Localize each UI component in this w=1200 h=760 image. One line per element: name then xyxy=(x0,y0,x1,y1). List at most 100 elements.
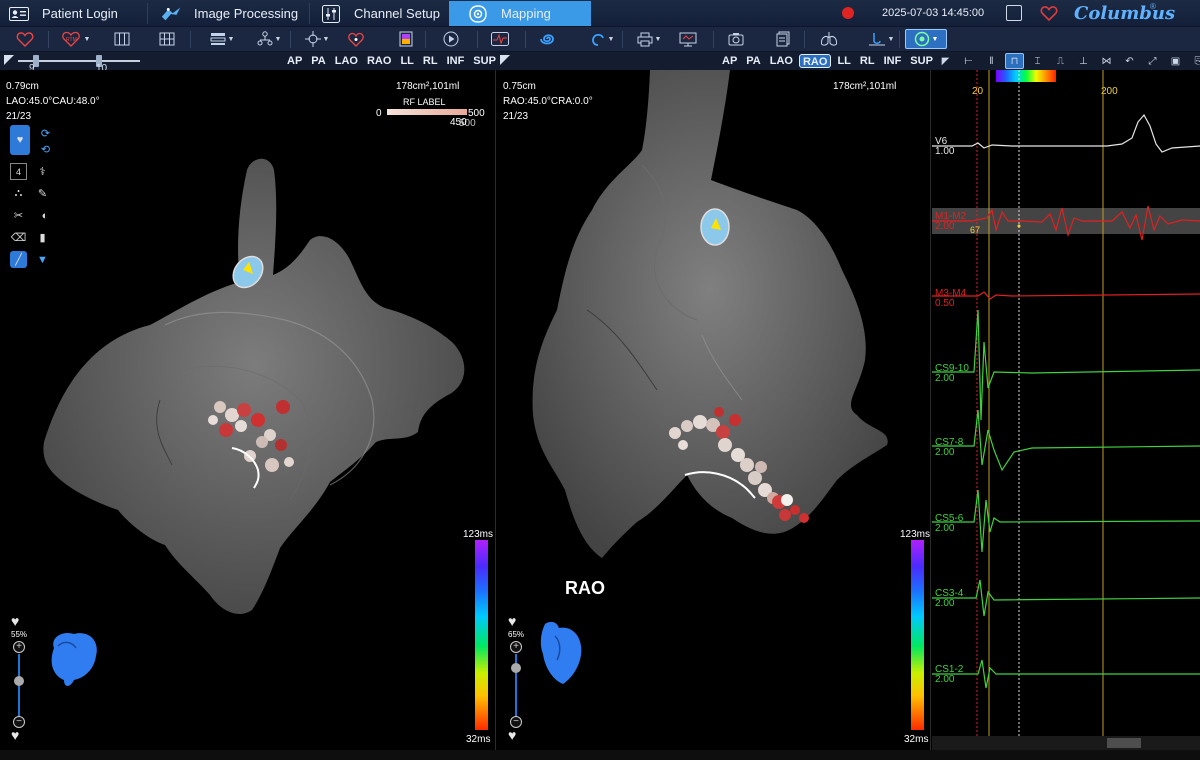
double-line-icon[interactable]: ‖ xyxy=(982,53,1001,69)
pin-corner-icon[interactable]: ◤ xyxy=(936,53,955,69)
channel-label-cs1-2[interactable]: CS1-2 2.00 xyxy=(935,665,963,685)
anchor-chart-icon[interactable]: ▼ xyxy=(866,29,896,49)
view-orientation-label: RAO xyxy=(565,578,605,598)
clipboard-tool-icon[interactable]: ▮ xyxy=(34,229,51,246)
channel-label-cs5-6[interactable]: CS5-6 2.00 xyxy=(935,514,963,534)
ecg-horizontal-scrollbar[interactable] xyxy=(932,736,1200,750)
tool-number-box[interactable]: 4 xyxy=(10,163,27,180)
toggle-tool-icon[interactable]: ◐ xyxy=(34,207,56,224)
zoom-slider[interactable]: + − xyxy=(11,641,27,731)
view-ll-button[interactable]: LL xyxy=(397,54,416,68)
expand-icon[interactable]: ⤢ xyxy=(1143,53,1162,69)
lungs-icon[interactable] xyxy=(818,29,840,49)
heart-point-icon[interactable] xyxy=(346,29,366,49)
layout-list-icon[interactable]: ▼ xyxy=(205,29,239,49)
lungs-tool-icon[interactable]: ⚕ xyxy=(34,163,51,180)
view-ll-button[interactable]: LL xyxy=(834,54,853,68)
cursor-line-icon[interactable]: ⊢ xyxy=(959,53,978,69)
toolbar-divider xyxy=(804,31,805,48)
view-lao-button[interactable]: LAO xyxy=(767,54,796,68)
channel-label-m3-m4[interactable]: M3-M4 0.50 xyxy=(935,289,966,309)
view-pa-button[interactable]: PA xyxy=(308,54,328,68)
zoom-slider[interactable]: + − xyxy=(508,641,524,731)
record-indicator-icon[interactable] xyxy=(842,7,854,19)
tab-channel-setup[interactable]: Channel Setup xyxy=(320,1,445,26)
baseline-icon[interactable]: ⊥ xyxy=(1074,53,1093,69)
view-rao-button[interactable]: RAO xyxy=(364,54,394,68)
print-icon[interactable]: ▼ xyxy=(632,29,666,49)
heart-rhythm-icon[interactable] xyxy=(1040,4,1058,22)
export-icon[interactable]: ⎘ xyxy=(1189,53,1200,69)
channel-label-cs9-10[interactable]: CS9-10 2.00 xyxy=(935,364,969,384)
play-icon[interactable] xyxy=(441,29,461,49)
document-stack-icon[interactable] xyxy=(773,29,793,49)
brush-tool-icon[interactable]: ⛬ xyxy=(10,185,27,202)
target-view-button[interactable]: ▼ xyxy=(905,29,947,49)
undo-icon[interactable]: ↶ xyxy=(1120,53,1139,69)
rf-gradient-bar[interactable] xyxy=(387,109,467,115)
area-volume-label: 178cm²,101ml xyxy=(396,81,460,92)
ecg-scroll-thumb[interactable] xyxy=(1107,738,1141,748)
view-sup-button[interactable]: SUP xyxy=(907,54,936,68)
view-ap-button[interactable]: AP xyxy=(284,54,305,68)
view-lao-button[interactable]: LAO xyxy=(332,54,361,68)
channel-label-cs7-8[interactable]: CS7-8 2.00 xyxy=(935,438,963,458)
pin-corner-icon[interactable] xyxy=(500,55,510,65)
view-pa-button[interactable]: PA xyxy=(743,54,763,68)
grid-compare-icon[interactable] xyxy=(157,29,177,49)
crosshair-icon[interactable]: ▼ xyxy=(300,29,334,49)
view-ap-button[interactable]: AP xyxy=(719,54,740,68)
measure-bracket-icon[interactable]: ⊓ xyxy=(1005,53,1024,69)
window-restore-icon[interactable] xyxy=(1006,5,1022,21)
measure-tool-icon[interactable]: ✂ xyxy=(10,207,27,224)
channel-label-m1-m2[interactable]: M1-M2 2.00 xyxy=(935,212,966,232)
map-view-lao[interactable]: 0.79cm LAO:45.0°CAU:48.0° 21/23 178cm²,1… xyxy=(0,70,496,750)
rotate-down-icon[interactable]: ⟲ xyxy=(37,141,54,158)
resolution-label: 0.79cm xyxy=(6,81,39,92)
channel-label-v6[interactable]: V6 1.00 xyxy=(935,137,954,157)
map-view-rao[interactable]: 0.75cm RAO:45.0°CRA:0.0° 21/23 178cm²,10… xyxy=(497,70,931,750)
image-processing-icon xyxy=(160,5,182,23)
zoom-in-button[interactable]: + xyxy=(510,641,522,653)
view-sup-button[interactable]: SUP xyxy=(470,54,499,68)
tab-image-processing[interactable]: Image Processing xyxy=(160,1,310,26)
view-inf-button[interactable]: INF xyxy=(881,54,905,68)
tab-divider xyxy=(147,3,148,24)
rtm-heart-icon[interactable]: RTM ▼ xyxy=(58,29,92,49)
camera-icon[interactable] xyxy=(726,29,746,49)
ecg-traces[interactable] xyxy=(932,70,1200,736)
rotate-up-icon[interactable]: ⟳ xyxy=(37,125,54,142)
zoom-handle[interactable] xyxy=(511,663,521,673)
pen-tool-icon[interactable]: ✎ xyxy=(34,185,51,202)
caliper-icon[interactable]: ⌶ xyxy=(1028,53,1047,69)
view-rl-button[interactable]: RL xyxy=(857,54,878,68)
dropdown-triangle-icon[interactable]: ▼ xyxy=(34,251,51,268)
fit-icon[interactable]: ▣ xyxy=(1166,53,1185,69)
zoom-handle[interactable] xyxy=(14,676,24,686)
view-inf-button[interactable]: INF xyxy=(444,54,468,68)
waveform-icon[interactable] xyxy=(490,29,510,49)
tab-patient-login[interactable]: Patient Login xyxy=(8,1,138,26)
compress-icon[interactable]: ⋈ xyxy=(1097,53,1116,69)
spiral-icon[interactable] xyxy=(537,29,557,49)
paint-tool-icon[interactable]: ╱ xyxy=(10,251,27,268)
pulse-icon[interactable]: ⎍ xyxy=(1051,53,1070,69)
view-rao-button-selected[interactable]: RAO xyxy=(798,54,832,68)
catheter-tree-icon[interactable]: ▼ xyxy=(252,29,286,49)
lasso-icon[interactable]: ▼ xyxy=(585,29,619,49)
heart-outline-icon[interactable] xyxy=(14,29,36,49)
tab-mapping[interactable]: Mapping xyxy=(449,1,591,26)
eraser-tool-icon[interactable]: ⌫ xyxy=(10,229,27,246)
activation-color-scale xyxy=(475,540,488,730)
monitor-icon[interactable] xyxy=(678,29,698,49)
orientation-heart-icon[interactable] xyxy=(44,628,102,690)
zoom-in-button[interactable]: + xyxy=(13,641,25,653)
grid-map-icon[interactable] xyxy=(112,29,132,49)
ecg-signal-pane[interactable]: 20 200 V6 1.00 M1-M2 2.00 67 M3-M4 0.50 CS9… xyxy=(932,70,1200,750)
heart-select-tool-icon[interactable]: ♥ xyxy=(10,125,30,155)
view-rl-button[interactable]: RL xyxy=(420,54,441,68)
color-map-icon[interactable] xyxy=(396,29,416,49)
channel-label-cs3-4[interactable]: CS3-4 2.00 xyxy=(935,589,963,609)
orientation-heart-icon[interactable] xyxy=(535,618,591,690)
pin-corner-icon[interactable] xyxy=(4,55,14,65)
